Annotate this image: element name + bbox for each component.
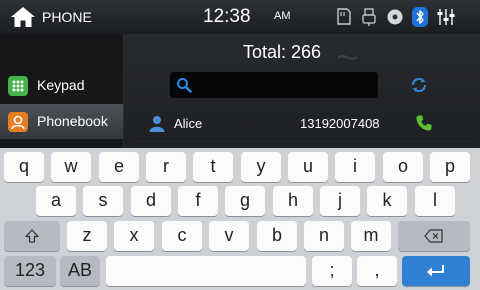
key-n[interactable]: n bbox=[304, 221, 344, 251]
key-semicolon[interactable]: ; bbox=[312, 256, 352, 286]
keypad-icon bbox=[8, 76, 28, 96]
key-p[interactable]: p bbox=[430, 152, 470, 182]
key-u[interactable]: u bbox=[288, 152, 328, 182]
usb-icon bbox=[362, 8, 376, 26]
key-s[interactable]: s bbox=[83, 186, 123, 216]
key-g[interactable]: g bbox=[225, 186, 265, 216]
phonebook-icon bbox=[8, 112, 28, 132]
sidebar-item-phonebook[interactable]: Phonebook bbox=[0, 104, 123, 139]
key-c[interactable]: c bbox=[162, 221, 202, 251]
search-input[interactable] bbox=[170, 72, 378, 98]
key-f[interactable]: f bbox=[178, 186, 218, 216]
key-a[interactable]: a bbox=[36, 186, 76, 216]
shift-icon bbox=[25, 229, 39, 243]
call-icon[interactable] bbox=[415, 114, 433, 132]
key-e[interactable]: e bbox=[99, 152, 139, 182]
contact-number: 13192007408 bbox=[300, 116, 380, 131]
key-l[interactable]: l bbox=[415, 186, 455, 216]
key-y[interactable]: y bbox=[241, 152, 281, 182]
key-r[interactable]: r bbox=[146, 152, 186, 182]
key-k[interactable]: k bbox=[367, 186, 407, 216]
key-w[interactable]: w bbox=[51, 152, 91, 182]
sidebar-item-label: Keypad bbox=[37, 77, 85, 93]
onscreen-keyboard: q w e r t y u i o p a s d f g h j k l z … bbox=[0, 148, 480, 290]
case-key[interactable]: AB bbox=[60, 256, 100, 286]
clock-ampm: AM bbox=[274, 10, 291, 22]
key-x[interactable]: x bbox=[114, 221, 154, 251]
contact-icon bbox=[149, 116, 165, 132]
key-m[interactable]: m bbox=[351, 221, 391, 251]
sidebar: Keypad Phonebook bbox=[0, 34, 124, 148]
clock-time: 12:38 bbox=[203, 6, 251, 27]
key-v[interactable]: v bbox=[209, 221, 249, 251]
search-icon[interactable] bbox=[176, 77, 192, 93]
key-d[interactable]: d bbox=[131, 186, 171, 216]
key-h[interactable]: h bbox=[273, 186, 313, 216]
key-z[interactable]: z bbox=[67, 221, 107, 251]
backspace-key[interactable] bbox=[398, 221, 470, 251]
equalizer-icon[interactable] bbox=[437, 7, 455, 27]
key-o[interactable]: o bbox=[383, 152, 423, 182]
key-q[interactable]: q bbox=[4, 152, 44, 182]
disc-icon bbox=[387, 9, 403, 25]
sync-icon[interactable] bbox=[410, 76, 428, 94]
sd-card-icon bbox=[337, 8, 351, 25]
enter-icon bbox=[427, 265, 444, 277]
app-title: PHONE bbox=[42, 9, 92, 25]
bluetooth-icon bbox=[412, 7, 428, 27]
key-b[interactable]: b bbox=[257, 221, 297, 251]
home-icon[interactable] bbox=[10, 6, 36, 28]
shift-key[interactable] bbox=[4, 221, 60, 251]
backspace-icon bbox=[424, 229, 443, 243]
contact-name: Alice bbox=[174, 116, 203, 131]
sidebar-item-label: Phonebook bbox=[37, 113, 108, 129]
key-j[interactable]: j bbox=[320, 186, 360, 216]
enter-key[interactable] bbox=[402, 256, 470, 286]
key-i[interactable]: i bbox=[335, 152, 375, 182]
space-key[interactable] bbox=[106, 256, 306, 286]
numbers-key[interactable]: 123 bbox=[4, 256, 56, 286]
sidebar-item-keypad[interactable]: Keypad bbox=[0, 68, 123, 103]
status-bar: PHONE 12:38 AM bbox=[0, 0, 480, 34]
list-item[interactable]: Alice 13192007408 bbox=[137, 108, 477, 142]
phone-screen: PHONE 12:38 AM Keypad Phonebook ~ Total:… bbox=[0, 0, 480, 290]
key-comma[interactable]: , bbox=[357, 256, 397, 286]
key-t[interactable]: t bbox=[193, 152, 233, 182]
contact-total: Total: 266 bbox=[243, 42, 322, 62]
